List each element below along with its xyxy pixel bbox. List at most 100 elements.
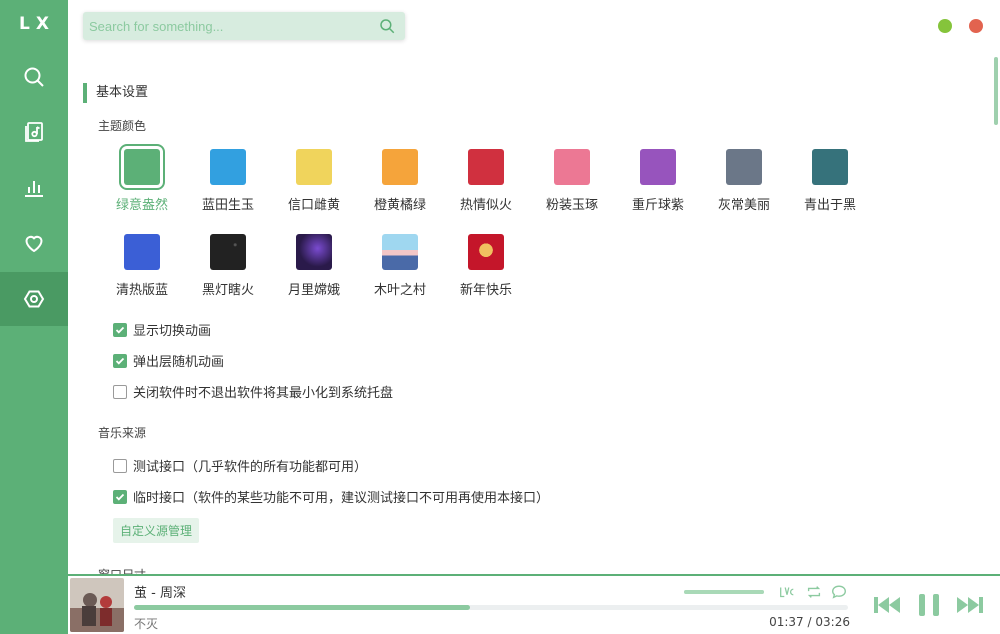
theme-swatch[interactable] xyxy=(382,149,418,185)
theme-name: 清热版蓝 xyxy=(115,283,168,298)
volume-slider[interactable] xyxy=(684,590,764,594)
theme-swatch[interactable] xyxy=(812,149,848,185)
pause-icon[interactable] xyxy=(916,591,942,619)
theme-swatch[interactable] xyxy=(210,149,246,185)
option-random-popup-animation[interactable]: 弹出层随机动画 xyxy=(113,351,224,370)
sidebar-item-favorites[interactable] xyxy=(0,216,68,270)
sidebar-item-search[interactable] xyxy=(0,50,68,104)
theme-name: 黑灯瞎火 xyxy=(201,283,254,298)
theme-swatch[interactable] xyxy=(726,149,762,185)
lyric-icon[interactable] xyxy=(778,583,796,601)
source-temp-api[interactable]: 临时接口（软件的某些功能不可用，建议测试接口不可用再使用本接口） xyxy=(113,487,549,506)
option-label: 弹出层随机动画 xyxy=(133,355,225,370)
radio-checkbox[interactable] xyxy=(113,489,127,504)
theme-option[interactable]: 绿意盎然 xyxy=(99,144,185,213)
window-size-label: 窗口尺寸 xyxy=(98,566,146,574)
player-bar: 茧 - 周深 不灭 01:37 / 03:26 xyxy=(68,574,1000,634)
progress-bar[interactable] xyxy=(134,605,848,610)
theme-option[interactable]: 新年快乐 xyxy=(443,234,529,298)
check-icon xyxy=(115,493,125,501)
current-lyric: 不灭 xyxy=(134,617,159,631)
theme-swatch[interactable] xyxy=(468,149,504,185)
minimize-button[interactable] xyxy=(938,19,952,33)
sidebar-item-songlist[interactable] xyxy=(0,105,68,159)
time-display: 01:37 / 03:26 xyxy=(769,615,850,629)
heart-icon xyxy=(25,235,43,253)
prev-icon[interactable] xyxy=(872,591,902,619)
progress-fill xyxy=(134,605,470,610)
sidebar-item-leaderboard[interactable] xyxy=(0,160,68,214)
source-test-api[interactable]: 测试接口（几乎软件的所有功能都可用） xyxy=(113,456,367,475)
theme-name: 青出于黑 xyxy=(803,198,856,213)
theme-name: 绿意盎然 xyxy=(115,198,168,213)
theme-name: 灰常美丽 xyxy=(717,198,770,213)
album-cover[interactable] xyxy=(70,578,124,632)
theme-swatch[interactable] xyxy=(296,149,332,185)
theme-option[interactable]: 粉装玉琢 xyxy=(529,149,615,213)
theme-swatch[interactable] xyxy=(554,149,590,185)
option-switch-animation[interactable]: 显示切换动画 xyxy=(113,320,211,339)
section-title: 基本设置 xyxy=(83,83,148,103)
theme-option[interactable]: 信口雌黄 xyxy=(271,149,357,213)
theme-name: 重斤球紫 xyxy=(631,198,684,213)
theme-swatch[interactable] xyxy=(382,234,418,270)
theme-option[interactable]: 重斤球紫 xyxy=(615,149,701,213)
theme-name: 粉装玉琢 xyxy=(545,198,598,213)
theme-swatch[interactable] xyxy=(124,234,160,270)
radio-checkbox[interactable] xyxy=(113,458,127,473)
option-minimize-to-tray[interactable]: 关闭软件时不退出软件将其最小化到系统托盘 xyxy=(113,382,393,401)
volume-fill xyxy=(684,590,764,594)
search-icon xyxy=(24,67,44,87)
theme-name: 信口雌黄 xyxy=(287,198,340,213)
theme-option[interactable]: 蓝田生玉 xyxy=(185,149,271,213)
repeat-icon[interactable] xyxy=(805,583,823,601)
theme-option[interactable]: 黑灯瞎火 xyxy=(185,234,271,298)
theme-option[interactable]: 橙黄橘绿 xyxy=(357,149,443,213)
theme-swatch[interactable] xyxy=(296,234,332,270)
sidebar-item-settings[interactable] xyxy=(0,272,68,326)
check-icon xyxy=(115,326,125,334)
scrollbar[interactable] xyxy=(994,57,998,125)
source-label-text: 临时接口（软件的某些功能不可用，建议测试接口不可用再使用本接口） xyxy=(133,491,550,506)
theme-name: 热情似火 xyxy=(459,198,512,213)
app-logo: LX xyxy=(19,14,55,34)
theme-option[interactable]: 木叶之村 xyxy=(357,234,443,298)
next-icon[interactable] xyxy=(955,591,985,619)
close-button[interactable] xyxy=(969,19,983,33)
settings-panel: 基本设置 主题颜色 绿意盎然 蓝田生玉 信口雌黄 橙黄橘绿 热情似火 粉装玉琢 重斤球紫 灰常… xyxy=(68,52,1000,574)
source-label: 音乐来源 xyxy=(98,426,147,440)
search-input[interactable] xyxy=(83,12,368,40)
source-label-text: 测试接口（几乎软件的所有功能都可用） xyxy=(133,460,368,475)
theme-option[interactable]: 清热版蓝 xyxy=(99,234,185,298)
theme-label: 主题颜色 xyxy=(98,119,147,133)
sidebar: LX xyxy=(0,0,68,634)
current-time: 01:37 xyxy=(769,615,804,629)
theme-option[interactable]: 灰常美丽 xyxy=(701,149,787,213)
song-title: 茧 - 周深 xyxy=(134,586,186,601)
theme-image xyxy=(468,234,504,270)
theme-swatch[interactable] xyxy=(119,144,165,190)
music-file-icon xyxy=(25,122,43,142)
search-icon[interactable] xyxy=(378,17,396,35)
bar-chart-icon xyxy=(25,181,43,197)
theme-name: 月里嫦娥 xyxy=(287,283,340,298)
custom-source-button[interactable]: 自定义源管理 xyxy=(113,518,200,543)
theme-name: 橙黄橘绿 xyxy=(373,198,426,213)
theme-option[interactable]: 热情似火 xyxy=(443,149,529,213)
theme-image xyxy=(382,234,418,270)
checkbox[interactable] xyxy=(113,322,127,337)
theme-name: 木叶之村 xyxy=(373,283,426,298)
settings-icon xyxy=(23,290,45,308)
theme-swatch[interactable] xyxy=(210,234,246,270)
comment-icon[interactable] xyxy=(830,583,848,601)
theme-swatch[interactable] xyxy=(640,149,676,185)
theme-image xyxy=(296,234,332,270)
checkbox[interactable] xyxy=(113,384,127,399)
theme-option[interactable]: 青出于黑 xyxy=(787,149,873,213)
theme-name: 新年快乐 xyxy=(459,283,512,298)
total-time: 03:26 xyxy=(815,615,850,629)
theme-swatch[interactable] xyxy=(468,234,504,270)
search-box xyxy=(83,12,405,40)
theme-option[interactable]: 月里嫦娥 xyxy=(271,234,357,298)
checkbox[interactable] xyxy=(113,353,127,368)
